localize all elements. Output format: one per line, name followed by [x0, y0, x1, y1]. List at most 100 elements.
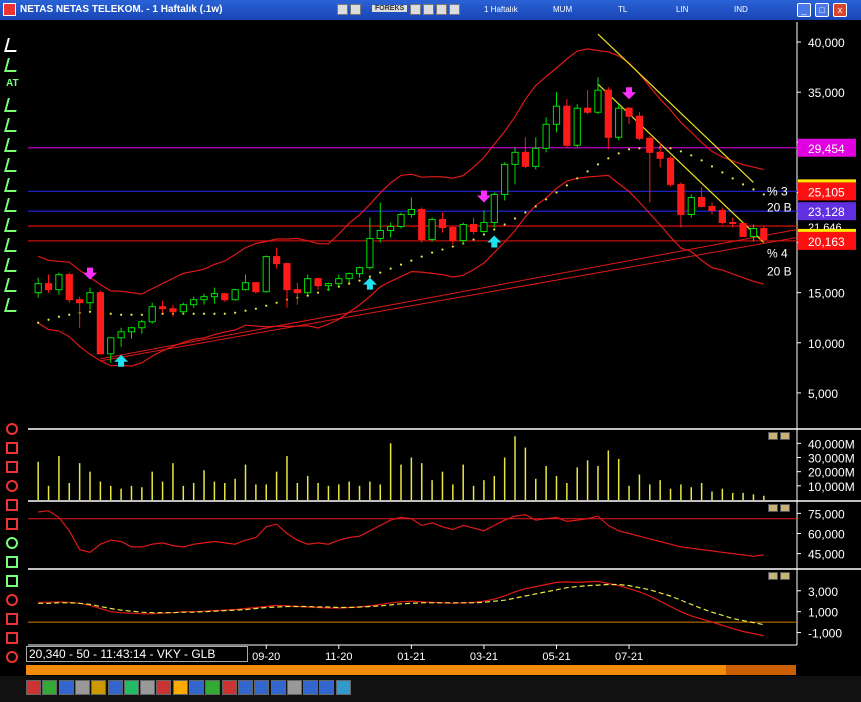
- drawing-tool-icon[interactable]: [6, 442, 18, 454]
- pencil-tool[interactable]: [4, 58, 20, 72]
- candle-body[interactable]: [283, 263, 291, 291]
- candle-body[interactable]: [729, 221, 737, 224]
- drawing-tool-icon[interactable]: [6, 518, 18, 530]
- candle-body[interactable]: [272, 256, 281, 265]
- candle-body[interactable]: [604, 89, 612, 138]
- candle-body[interactable]: [190, 299, 198, 306]
- panel-collapse-button[interactable]: [768, 432, 778, 440]
- candle-body[interactable]: [335, 278, 343, 285]
- candle-body[interactable]: [387, 226, 395, 232]
- candle-body[interactable]: [480, 221, 488, 233]
- candle-body[interactable]: [210, 293, 219, 298]
- candle-body[interactable]: [718, 209, 726, 223]
- candle-body[interactable]: [469, 223, 478, 233]
- candle-body[interactable]: [656, 151, 664, 159]
- arc-tool[interactable]: [4, 258, 20, 272]
- toolbar-button-icon[interactable]: [286, 680, 302, 695]
- toolbar-button-icon[interactable]: [91, 680, 107, 695]
- candle-body[interactable]: [635, 115, 644, 139]
- candle-body[interactable]: [138, 321, 146, 329]
- candle-body[interactable]: [563, 105, 571, 146]
- candle-body[interactable]: [646, 137, 654, 153]
- candle-body[interactable]: [200, 296, 208, 301]
- drawing-tool-icon[interactable]: [6, 613, 18, 625]
- candle-body[interactable]: [501, 163, 509, 195]
- vertical-line-tool[interactable]: [4, 98, 20, 112]
- gann-tool[interactable]: [4, 198, 20, 212]
- candle-body[interactable]: [573, 107, 581, 146]
- candle-body[interactable]: [418, 208, 426, 241]
- candle-body[interactable]: [615, 107, 623, 138]
- candle-body[interactable]: [677, 183, 685, 215]
- drawing-tool-icon[interactable]: [6, 651, 18, 663]
- candle-body[interactable]: [65, 274, 73, 301]
- fan-tool[interactable]: [4, 238, 20, 252]
- candle-body[interactable]: [76, 299, 84, 304]
- candle-body[interactable]: [552, 105, 561, 125]
- drawing-tool-icon[interactable]: [6, 423, 18, 435]
- candle-body[interactable]: [687, 196, 695, 215]
- toolbar-button-icon[interactable]: [189, 680, 204, 695]
- toolbar-button-icon[interactable]: [140, 680, 156, 695]
- candle-body[interactable]: [117, 331, 125, 339]
- drawing-tool-icon[interactable]: [6, 499, 18, 511]
- candle-body[interactable]: [708, 205, 716, 211]
- candle-body[interactable]: [583, 107, 592, 113]
- candle-body[interactable]: [666, 157, 675, 185]
- candle-body[interactable]: [345, 273, 353, 280]
- parallel-tool[interactable]: [4, 218, 20, 232]
- panel-close-button[interactable]: [780, 504, 790, 512]
- candle-body[interactable]: [44, 283, 53, 291]
- candle-body[interactable]: [594, 89, 602, 113]
- candle-body[interactable]: [179, 304, 187, 313]
- drawing-tool-icon[interactable]: [6, 632, 18, 644]
- price-chart[interactable]: 5,00010,00015,00020,00025,00030,00035,00…: [0, 0, 861, 702]
- candle-body[interactable]: [521, 151, 530, 167]
- candle-body[interactable]: [55, 274, 63, 291]
- horizontal-line-tool[interactable]: [4, 118, 20, 132]
- candle-body[interactable]: [366, 238, 374, 269]
- candle-body[interactable]: [241, 282, 250, 291]
- candle-body[interactable]: [532, 147, 540, 167]
- toolbar-button-icon[interactable]: [123, 680, 139, 695]
- candle-body[interactable]: [449, 227, 457, 242]
- toolbar-button-icon[interactable]: [74, 680, 90, 695]
- toolbar-button-icon[interactable]: [319, 680, 335, 695]
- trend-line-tool[interactable]: [4, 138, 20, 152]
- candle-body[interactable]: [376, 230, 384, 240]
- drawing-tool-icon[interactable]: [6, 594, 18, 606]
- panel-collapse-button[interactable]: [768, 504, 778, 512]
- eraser-tool[interactable]: [4, 298, 20, 312]
- candle-body[interactable]: [511, 151, 519, 165]
- toolbar-button-icon[interactable]: [42, 680, 58, 695]
- candle-body[interactable]: [314, 278, 322, 287]
- candle-body[interactable]: [96, 292, 104, 355]
- panel-collapse-button[interactable]: [768, 572, 778, 580]
- candle-body[interactable]: [397, 213, 405, 228]
- candle-body[interactable]: [86, 292, 94, 304]
- candle-body[interactable]: [304, 278, 312, 294]
- candle-body[interactable]: [542, 123, 550, 149]
- toolbar-button-icon[interactable]: [156, 680, 172, 695]
- candle-body[interactable]: [739, 222, 747, 238]
- candle-body[interactable]: [231, 289, 239, 301]
- drawing-tool-icon[interactable]: [6, 461, 18, 473]
- toolbar-button-icon[interactable]: [270, 680, 286, 695]
- drawing-tool-icon[interactable]: [6, 480, 18, 492]
- candle-body[interactable]: [438, 218, 447, 229]
- candle-body[interactable]: [293, 289, 301, 294]
- toolbar-button-icon[interactable]: [221, 680, 237, 695]
- time-scrollbar[interactable]: [26, 665, 796, 675]
- candle-body[interactable]: [127, 327, 136, 333]
- panel-close-button[interactable]: [780, 432, 790, 440]
- at-tool[interactable]: AT: [6, 78, 22, 94]
- toolbar-button-icon[interactable]: [303, 680, 319, 695]
- candle-body[interactable]: [221, 293, 229, 301]
- text-tool[interactable]: [4, 278, 20, 292]
- candle-body[interactable]: [324, 283, 333, 287]
- pointer-tool[interactable]: [4, 38, 20, 52]
- drawing-tool-icon[interactable]: [6, 537, 18, 549]
- toolbar-button-icon[interactable]: [58, 680, 74, 695]
- candle-body[interactable]: [459, 223, 467, 242]
- candle-body[interactable]: [34, 283, 42, 294]
